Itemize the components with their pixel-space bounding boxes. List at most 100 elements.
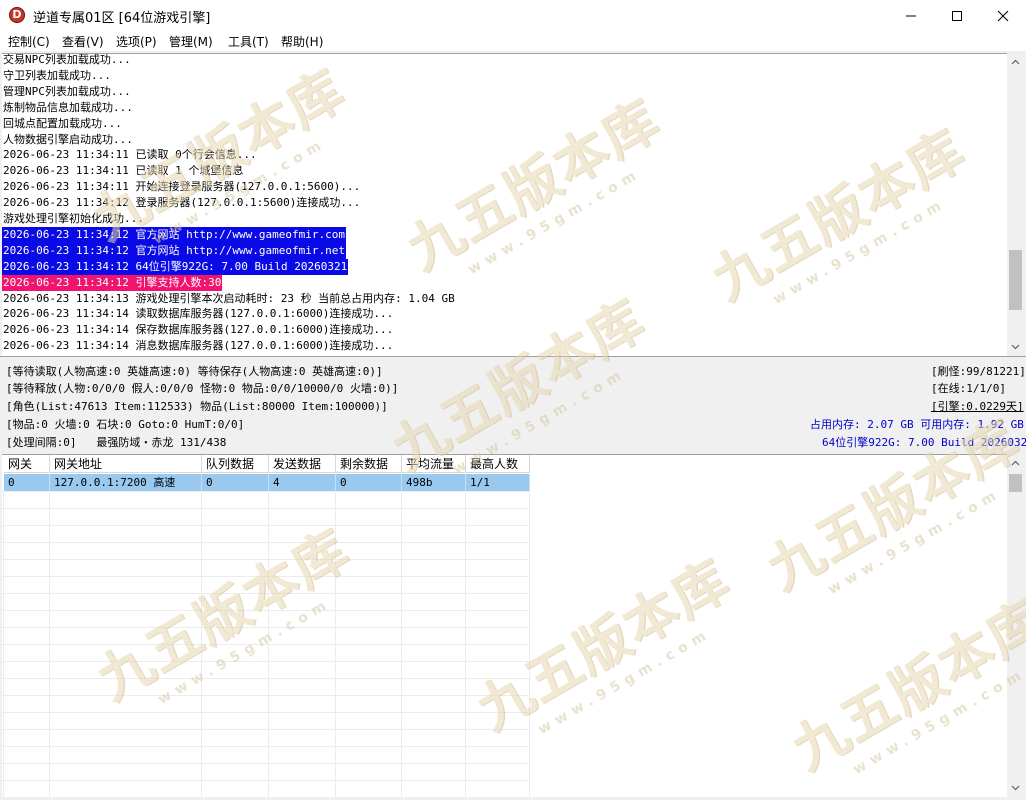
log-line: 2026-06-23 11:34:13 游戏处理引擎本次启动耗时: 23 秒 当… (3, 291, 455, 305)
minimize-button[interactable] (888, 0, 934, 31)
log-line: 2026-06-23 11:34:12 64位引擎922G: 7.00 Buil… (2, 258, 349, 275)
table-cell[interactable]: 1/1 (466, 474, 530, 491)
menu-manage[interactable]: 管理(M) (169, 33, 213, 50)
status-refresh: [刷怪:99/81221] (931, 365, 1026, 378)
table-cell[interactable]: 0 (202, 474, 269, 491)
log-line: 守卫列表加载成功... (3, 68, 111, 82)
minimize-icon (906, 15, 916, 16)
log-panel[interactable]: 交易NPC列表加载成功... 守卫列表加载成功... 管理NPC列表加载成功... 炼… (2, 53, 1007, 356)
grid-line (2, 695, 530, 696)
column-header[interactable]: 网关 (4, 455, 50, 473)
status-engine-uptime: [引擎:0.0229天] (931, 400, 1024, 413)
grid-line (2, 661, 530, 662)
log-line: 2026-06-23 11:34:12 官方网站 http://www.game… (2, 226, 347, 243)
column-header[interactable]: 网关地址 (50, 455, 202, 473)
status-panel: [等待读取(人物高速:0 英雄高速:0) 等待保存(人物高速:0 英雄高速:0)… (0, 356, 1026, 453)
maximize-icon (952, 10, 962, 21)
log-line: 2026-06-23 11:34:11 已读取 0个行会信息... (3, 148, 257, 162)
grid-line (2, 525, 530, 526)
column-header[interactable]: 平均流量 (402, 455, 466, 473)
chevron-down-icon (1011, 785, 1020, 790)
status-interval: [处理间隔:0] 最强防域・赤龙 131/438 (6, 436, 227, 449)
grid-line (2, 627, 530, 628)
table-cell[interactable]: 0 (336, 474, 402, 491)
grid-line (2, 712, 530, 713)
table-cell[interactable]: 0 (4, 474, 50, 491)
gateway-table[interactable]: 网关 网关地址 队列数据 发送数据 剩余数据 平均流量 最高人数 0 127.0.0.1:720… (2, 454, 1007, 797)
grid-line (2, 763, 530, 764)
menu-tools[interactable]: 工具(T) (228, 33, 269, 50)
log-line: 交易NPC列表加载成功... (3, 53, 131, 66)
table-scrollbar[interactable] (1007, 454, 1024, 796)
grid-line (201, 491, 202, 797)
log-line: 2026-06-23 11:34:14 消息数据库服务器(127.0.0.1:6… (3, 339, 394, 353)
log-scrollbar[interactable] (1007, 53, 1024, 355)
scroll-down-button[interactable] (1007, 338, 1024, 355)
log-line: 2026-06-23 11:34:11 开始连接登录服务器(127.0.0.1:… (3, 180, 361, 194)
log-line: 游戏处理引擎初始化成功... (3, 212, 144, 225)
table-scroll-up-button[interactable] (1007, 454, 1024, 471)
log-line: 2026-06-23 11:34:12 登录服务器(127.0.0.1:5600… (3, 196, 361, 210)
status-build: 64位引擎922G: 7.00 Build 20260321 (822, 436, 1026, 449)
log-line: 2026-06-23 11:34:14 读取数据库服务器(127.0.0.1:6… (3, 307, 394, 321)
log-line: 2026-06-23 11:34:12 官方网站 http://www.game… (2, 242, 347, 259)
scroll-up-button[interactable] (1007, 53, 1024, 70)
grid-line (465, 491, 466, 797)
status-role: [角色(List:47613 Item:112533) 物品(List:8000… (6, 400, 388, 413)
grid-line (335, 491, 336, 797)
log-line: 2026-06-23 11:34:11 已读取 1 个城堡信息 (3, 164, 244, 178)
grid-line (2, 559, 530, 560)
title-bar: D 逆道专属01区 [64位游戏引擎] (0, 0, 1026, 31)
column-header[interactable]: 剩余数据 (336, 455, 402, 473)
grid-line (2, 542, 530, 543)
grid-line (49, 491, 50, 797)
table-cell[interactable]: 127.0.0.1:7200 高速 (50, 474, 202, 491)
chevron-up-icon (1011, 460, 1020, 465)
grid-line (2, 644, 530, 645)
scroll-thumb[interactable] (1009, 250, 1022, 310)
column-header[interactable]: 发送数据 (269, 455, 336, 473)
grid-line (2, 576, 530, 577)
log-line: 2026-06-23 11:34:14 保存数据库服务器(127.0.0.1:6… (3, 323, 394, 337)
status-wait-free: [等待释放(人物:0/0/0 假人:0/0/0 怪物:0 物品:0/0/1000… (6, 382, 399, 395)
grid-line (3, 491, 4, 797)
window-title: 逆道专属01区 [64位游戏引擎] (33, 11, 211, 26)
table-scroll-down-button[interactable] (1007, 779, 1024, 796)
log-line: 管理NPC列表加载成功... (3, 84, 131, 98)
chevron-up-icon (1011, 59, 1020, 64)
log-line: 2026-06-23 11:34:12 引擎支持人数:30 (2, 274, 223, 291)
grid-line (401, 491, 402, 797)
grid-line (529, 491, 530, 797)
app-icon[interactable]: D (9, 7, 25, 23)
log-line: 人物数据引擎启动成功... (3, 132, 133, 146)
grid-line (2, 729, 530, 730)
menu-help[interactable]: 帮助(H) (281, 33, 323, 50)
status-online: [在线:1/1/0] (931, 382, 1006, 395)
grid-line (2, 508, 530, 509)
table-scroll-thumb[interactable] (1009, 474, 1022, 492)
grid-line (2, 593, 530, 594)
menu-view[interactable]: 查看(V) (62, 33, 104, 50)
grid-line (2, 746, 530, 747)
log-line: 回城点配置加载成功... (3, 116, 122, 130)
log-line: 炼制物品信息加载成功... (3, 100, 133, 114)
status-items: [物品:0 火墙:0 石块:0 Goto:0 HumT:0/0] (6, 418, 245, 431)
status-wait-read: [等待读取(人物高速:0 英雄高速:0) 等待保存(人物高速:0 英雄高速:0)… (6, 365, 383, 378)
grid-line (2, 678, 530, 679)
close-icon (997, 10, 1009, 21)
chevron-down-icon (1011, 344, 1020, 349)
table-cell[interactable]: 4 (269, 474, 336, 491)
column-header[interactable]: 队列数据 (202, 455, 269, 473)
grid-line (268, 491, 269, 797)
grid-line (2, 610, 530, 611)
menu-options[interactable]: 选项(P) (116, 33, 157, 50)
maximize-button[interactable] (934, 0, 980, 31)
table-cell[interactable]: 498b (402, 474, 466, 491)
grid-line (2, 780, 530, 781)
menu-control[interactable]: 控制(C) (8, 33, 50, 50)
close-button[interactable] (980, 0, 1026, 31)
menu-bar: 控制(C) 查看(V) 选项(P) 管理(M) 工具(T) 帮助(H) (0, 31, 1026, 51)
status-memory: 占用内存: 2.07 GB 可用内存: 1.92 GB (810, 418, 1024, 431)
grid-line (2, 491, 530, 492)
column-header[interactable]: 最高人数 (466, 455, 530, 473)
